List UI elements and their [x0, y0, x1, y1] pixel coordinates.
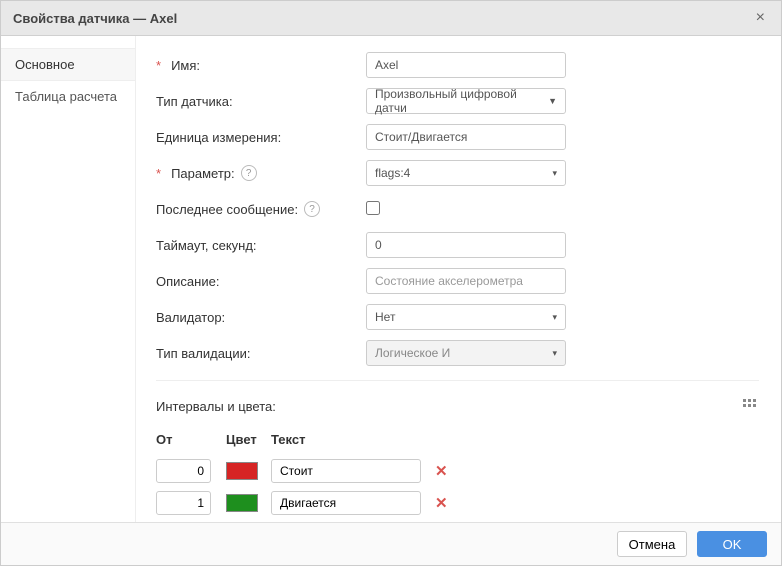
lastmsg-label: Последнее сообщение: ?: [156, 201, 366, 217]
type-label: Тип датчика:: [156, 94, 366, 109]
wizard-icon[interactable]: [743, 399, 759, 414]
interval-from-input[interactable]: [156, 459, 211, 483]
name-input[interactable]: [366, 52, 566, 78]
caret-down-icon: ▾: [552, 348, 557, 359]
help-icon[interactable]: ?: [241, 165, 257, 181]
param-label: *Параметр: ?: [156, 165, 366, 181]
intervals-header: От Цвет Текст: [156, 432, 759, 447]
dialog-title: Свойства датчика — Axel: [13, 11, 177, 26]
timeout-input[interactable]: [366, 232, 566, 258]
interval-color-swatch[interactable]: [226, 462, 258, 480]
sidebar-item-calc-table[interactable]: Таблица расчета: [1, 81, 135, 112]
col-from: От: [156, 432, 226, 447]
ok-button[interactable]: OK: [697, 531, 767, 557]
sidebar: Основное Таблица расчета: [1, 36, 136, 522]
unit-input[interactable]: [366, 124, 566, 150]
interval-rows: ✕✕: [156, 459, 759, 515]
type-select[interactable]: Произвольный цифровой датчи▼: [366, 88, 566, 114]
valtype-label: Тип валидации:: [156, 346, 366, 361]
interval-from-input[interactable]: [156, 491, 211, 515]
timeout-label: Таймаут, секунд:: [156, 238, 366, 253]
cancel-button[interactable]: Отмена: [617, 531, 687, 557]
lastmsg-checkbox[interactable]: [366, 201, 380, 215]
col-color: Цвет: [226, 432, 271, 447]
sensor-properties-dialog: Свойства датчика — Axel × Основное Табли…: [0, 0, 782, 566]
unit-label: Единица измерения:: [156, 130, 366, 145]
name-label: *Имя:: [156, 58, 366, 73]
caret-down-icon: ▾: [552, 168, 557, 179]
dialog-footer: Отмена OK: [1, 522, 781, 565]
help-icon[interactable]: ?: [304, 201, 320, 217]
validator-select[interactable]: Нет▾: [366, 304, 566, 330]
interval-text-input[interactable]: [271, 491, 421, 515]
col-text: Текст: [271, 432, 431, 447]
valtype-select[interactable]: Логическое И▾: [366, 340, 566, 366]
interval-text-input[interactable]: [271, 459, 421, 483]
validator-label: Валидатор:: [156, 310, 366, 325]
intervals-title: Интервалы и цвета:: [156, 399, 276, 414]
caret-down-icon: ▾: [552, 312, 557, 323]
remove-icon[interactable]: ✕: [435, 494, 448, 512]
dialog-header: Свойства датчика — Axel ×: [1, 1, 781, 36]
main-panel: *Имя: Тип датчика: Произвольный цифровой…: [136, 36, 781, 522]
divider: [156, 380, 759, 381]
interval-row: ✕: [156, 459, 759, 483]
dialog-body: Основное Таблица расчета *Имя: Тип датчи…: [1, 36, 781, 522]
desc-input[interactable]: [366, 268, 566, 294]
sidebar-item-main[interactable]: Основное: [1, 48, 135, 81]
interval-row: ✕: [156, 491, 759, 515]
remove-icon[interactable]: ✕: [435, 462, 448, 480]
close-icon[interactable]: ×: [752, 9, 769, 27]
desc-label: Описание:: [156, 274, 366, 289]
caret-down-icon: ▼: [548, 96, 557, 106]
param-select[interactable]: flags:4▾: [366, 160, 566, 186]
interval-color-swatch[interactable]: [226, 494, 258, 512]
